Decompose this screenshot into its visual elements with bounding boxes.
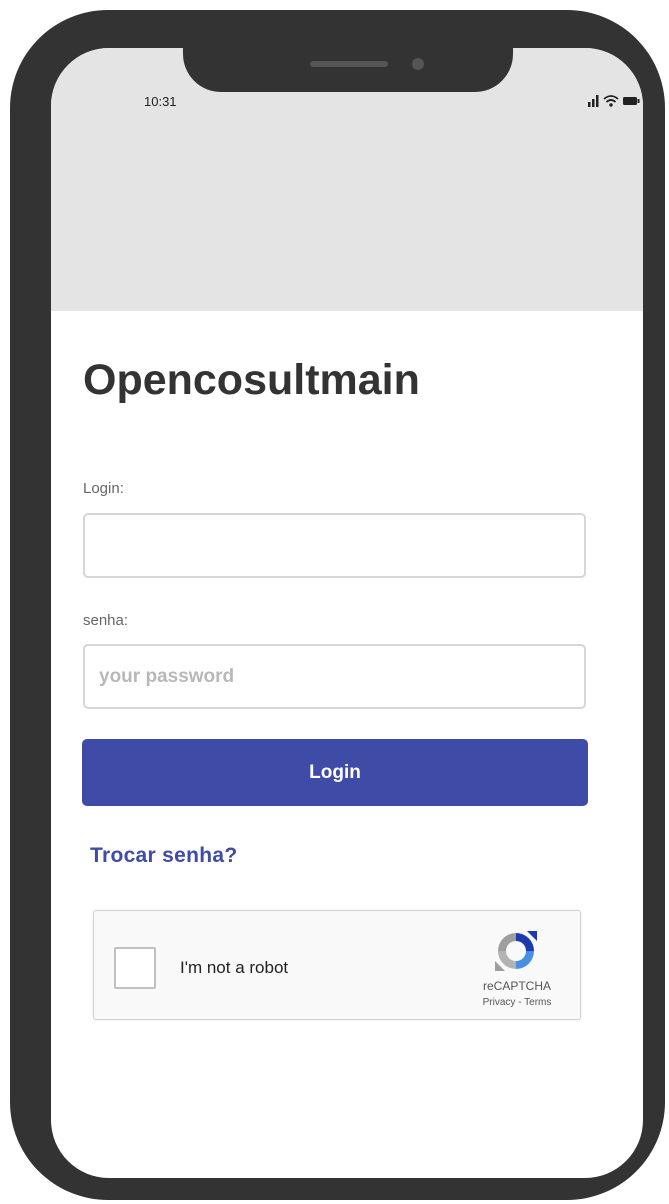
speaker-grille: [310, 61, 388, 67]
password-input[interactable]: [83, 644, 586, 709]
front-camera: [412, 58, 424, 70]
status-time: 10:31: [144, 94, 177, 109]
page: 10:31 Opencosultmain Login: senha: Login…: [0, 0, 669, 1204]
recaptcha-terms-link[interactable]: Terms: [524, 997, 551, 1008]
password-label: senha:: [83, 612, 129, 629]
signal-icon: [588, 95, 599, 107]
recaptcha-links-separator: -: [515, 997, 525, 1008]
recaptcha-brand: reCAPTCHA: [482, 979, 551, 993]
recaptcha-label: I'm not a robot: [180, 958, 289, 977]
phone-frame: 10:31: [10, 10, 665, 1200]
battery-icon: [623, 97, 640, 105]
recaptcha-links: Privacy - Terms: [467, 997, 567, 1008]
wifi-icon: [603, 95, 619, 107]
phone-notch: [183, 20, 513, 92]
login-button[interactable]: Login: [82, 739, 588, 806]
status-icons: [588, 93, 643, 109]
page-title: Opencosultmain: [83, 356, 420, 404]
login-input[interactable]: [83, 513, 586, 578]
login-label: Login:: [83, 480, 124, 497]
recaptcha-checkbox[interactable]: [114, 947, 156, 989]
recaptcha-privacy-link[interactable]: Privacy: [483, 997, 516, 1008]
change-password-link[interactable]: Trocar senha?: [90, 844, 237, 868]
recaptcha-widget: I'm not a robot reCAPTCHA Privacy - Term…: [93, 910, 581, 1020]
recaptcha-logo-icon: [491, 926, 541, 976]
